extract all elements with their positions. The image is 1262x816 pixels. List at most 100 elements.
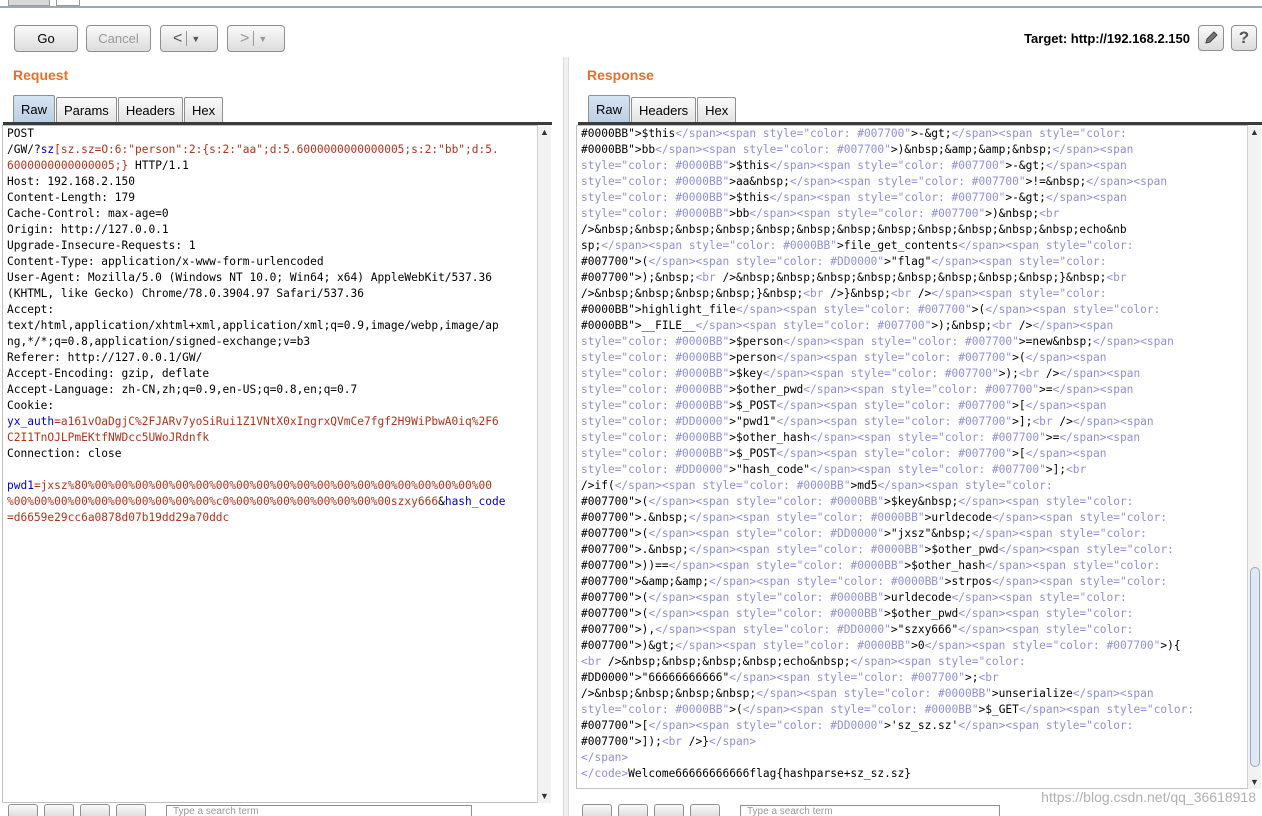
request-line: Accept: xyxy=(3,302,537,318)
response-line: style="color: #DD0000">"pwd1"</span><spa… xyxy=(581,415,1154,428)
response-line: sp;</span><span style="color: #0000BB">f… xyxy=(581,239,1134,252)
panel-splitter[interactable] xyxy=(563,57,569,816)
response-line: </span> xyxy=(581,751,629,764)
response-line: </code>Welcome66666666666flag{hashparse+… xyxy=(581,767,912,780)
scroll-up-icon[interactable]: ▲ xyxy=(1250,127,1259,137)
request-token: POST xyxy=(7,127,34,140)
request-line: Cookie: xyxy=(3,398,537,414)
request-line: User-Agent: Mozilla/5.0 (Windows NT 10.0… xyxy=(3,270,537,286)
edit-target-button[interactable] xyxy=(1198,25,1224,51)
request-line: /GW/?sz[sz.sz=O:6:"person":2:{s:2:"aa";d… xyxy=(3,142,537,158)
request-token: Accept-Language: zh-CN,zh;q=0.9,en-US;q=… xyxy=(7,383,358,396)
prev-match-button[interactable] xyxy=(618,804,648,816)
request-line: yx_auth=a161vOaDgjC%2FJARv7yoSiRui1Z1VNt… xyxy=(3,414,537,430)
request-line: Host: 192.168.2.150 xyxy=(3,174,537,190)
response-line: style="color: #0000BB">$key</span><span … xyxy=(581,367,1141,380)
response-line: #007700">[</span><span style="color: #DD… xyxy=(581,719,1134,732)
response-line: #0000BB">bb</span><span style="color: #0… xyxy=(581,143,1134,156)
go-button[interactable]: Go xyxy=(14,25,78,52)
response-line: #0000BB">highlight_file</span><span styl… xyxy=(581,303,1161,316)
request-tab-raw[interactable]: Raw xyxy=(13,95,56,123)
scroll-down-icon[interactable]: ▼ xyxy=(1250,777,1259,787)
response-scrollbar[interactable]: ▲ ▼ xyxy=(1247,125,1261,789)
request-line: text/html,application/xhtml+xml,applicat… xyxy=(3,318,537,334)
back-button[interactable]: < ▼ xyxy=(160,25,218,52)
forward-button[interactable]: > ▼ xyxy=(227,25,285,52)
response-tab-headers[interactable]: Headers xyxy=(631,97,697,123)
request-token: /GW/? xyxy=(7,143,41,156)
request-token: sz xyxy=(40,143,55,156)
request-line: ng,*/*;q=0.8,application/signed-exchange… xyxy=(3,334,537,350)
request-editor[interactable]: POST/GW/?sz[sz.sz=O:6:"person":2:{s:2:"a… xyxy=(2,125,538,803)
request-token: =jxsz%80%00%00%00%00%00%00%00%00%00%00%0… xyxy=(33,479,492,492)
response-tab-raw[interactable]: Raw xyxy=(588,95,631,123)
response-line: style="color: #0000BB">bb</span><span st… xyxy=(581,207,1060,220)
add-button[interactable] xyxy=(654,804,684,816)
response-tab-hex[interactable]: Hex xyxy=(697,97,737,123)
pencil-icon xyxy=(1205,31,1218,44)
request-line: Accept-Language: zh-CN,zh;q=0.9,en-US;q=… xyxy=(3,382,537,398)
response-bottom-controls xyxy=(582,804,720,816)
request-token: [sz.sz=O:6:"person":2:{s:2:"aa";d:5.6000… xyxy=(54,143,499,156)
response-line: #007700">.&nbsp;</span><span style="colo… xyxy=(581,511,1168,524)
response-line: #DD0000">"66666666666"</span><span style… xyxy=(581,671,999,684)
request-scrollbar[interactable]: ▲ ▼ xyxy=(537,125,551,803)
request-search-input[interactable]: Type a search term xyxy=(166,805,472,816)
response-line: #007700">),</span><span style="color: #D… xyxy=(581,623,1134,636)
request-line: Upgrade-Insecure-Requests: 1 xyxy=(3,238,537,254)
response-line: style="color: #0000BB">$_POST</span><spa… xyxy=(581,447,1107,460)
next-match-button[interactable] xyxy=(690,804,720,816)
response-line: style="color: #0000BB">$other_pwd</span>… xyxy=(581,383,1134,396)
request-token: Content-Length: 179 xyxy=(7,191,135,204)
request-token: Connection: close xyxy=(7,447,122,460)
request-token: pwd1 xyxy=(7,479,34,492)
request-tabs: Raw Params Headers Hex xyxy=(13,95,224,123)
request-title: Request xyxy=(13,67,69,83)
request-bottom-controls xyxy=(8,804,146,816)
request-token: hash_code xyxy=(444,495,506,508)
help-button[interactable]: ? xyxy=(1231,25,1257,51)
prev-match-button[interactable] xyxy=(44,804,74,816)
add-button[interactable] xyxy=(80,804,110,816)
response-search-input[interactable]: Type a search term xyxy=(740,805,1000,816)
request-tab-hex[interactable]: Hex xyxy=(183,97,224,123)
forward-arrow-icon: > xyxy=(240,29,250,47)
top-tab-active[interactable] xyxy=(8,0,50,6)
response-line: #007700">);&nbsp;<br />&nbsp;&nbsp;&nbsp… xyxy=(581,271,1127,284)
watermark: https://blog.csdn.net/qq_36618918 xyxy=(1041,789,1256,805)
request-token: Accept: xyxy=(7,303,55,316)
request-token: =d6659e29cc6a0878d07b19dd29a70ddc xyxy=(7,511,230,524)
request-line: C2I1TnOJLPmEKtfNWDcc5UWoJRdnfk xyxy=(3,430,537,446)
cancel-button[interactable]: Cancel xyxy=(86,25,151,52)
response-line: #007700">&amp;&amp;</span><span style="c… xyxy=(581,575,1168,588)
response-line: <br />&nbsp;&nbsp;&nbsp;&nbsp;echo&nbsp;… xyxy=(581,655,1026,668)
response-editor[interactable]: #0000BB">$this</span><span style="color:… xyxy=(576,125,1248,789)
request-token: Accept-Encoding: gzip, deflate xyxy=(7,367,210,380)
response-line: style="color: #0000BB">$this</span><span… xyxy=(581,191,1127,204)
request-token: yx_auth xyxy=(7,415,55,428)
help-small-button[interactable] xyxy=(582,804,612,816)
request-token: %00%00%00%00%00%00%00%00%00%00%c0%00%00%… xyxy=(7,495,439,508)
response-line: />&nbsp;&nbsp;&nbsp;&nbsp;}&nbsp;<br />}… xyxy=(581,287,1107,300)
scroll-up-icon[interactable]: ▲ xyxy=(540,127,549,137)
request-line: Content-Length: 179 xyxy=(3,190,537,206)
request-tab-headers[interactable]: Headers xyxy=(117,97,183,123)
top-tab-new[interactable] xyxy=(56,0,80,6)
back-arrow-icon: < xyxy=(173,29,183,47)
request-token: User-Agent: Mozilla/5.0 (Windows NT 10.0… xyxy=(7,271,492,284)
help-small-button[interactable] xyxy=(8,804,38,816)
next-match-button[interactable] xyxy=(116,804,146,816)
scroll-thumb[interactable] xyxy=(1250,567,1260,767)
response-line: style="color: #0000BB">aa&nbsp;</span><s… xyxy=(581,175,1168,188)
request-line: 6000000000000005;} HTTP/1.1 xyxy=(3,158,537,174)
response-line: #007700">(</span><span style="color: #00… xyxy=(581,591,1127,604)
request-token: HTTP/1.1 xyxy=(128,159,189,172)
scroll-down-icon[interactable]: ▼ xyxy=(540,791,549,801)
request-tab-params[interactable]: Params xyxy=(56,97,117,123)
request-token: C2I1TnOJLPmEKtfNWDcc5UWoJRdnfk xyxy=(7,431,210,444)
response-line: #007700">(</span><span style="color: #00… xyxy=(581,607,1134,620)
response-line: style="color: #0000BB">person</span><spa… xyxy=(581,351,1107,364)
request-line xyxy=(3,462,537,478)
request-token: 6000000000000005;} xyxy=(7,159,129,172)
request-token: Referer: http://127.0.0.1/GW/ xyxy=(7,351,203,364)
